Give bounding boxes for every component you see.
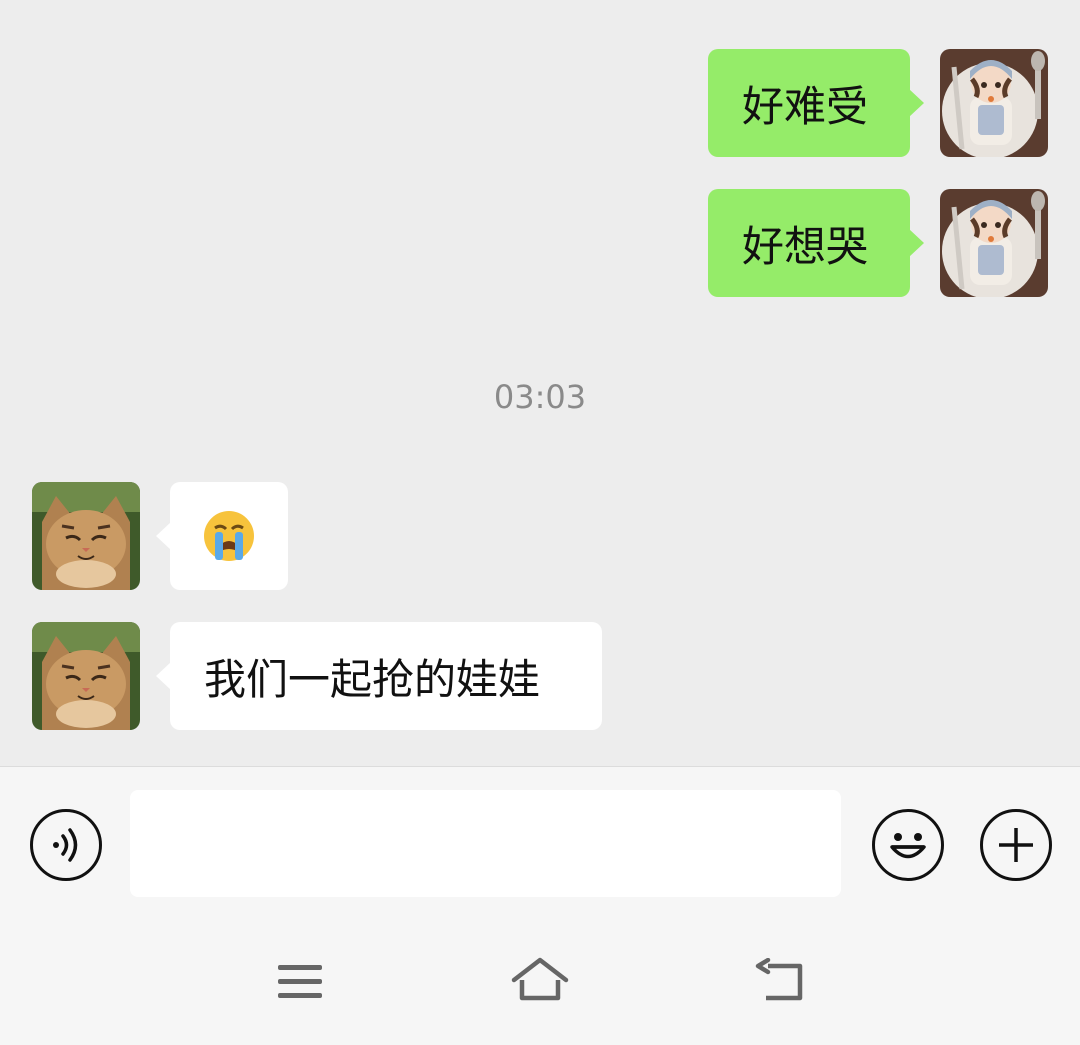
home-icon bbox=[511, 957, 569, 1001]
back-icon bbox=[755, 957, 803, 1001]
chat-area: 好难受 好想哭 03:03 我们一起抢的娃娃 bbox=[0, 0, 1080, 766]
message-bubble-outgoing[interactable]: 好想哭 bbox=[708, 189, 924, 297]
input-bar bbox=[0, 766, 1080, 919]
home-button[interactable] bbox=[510, 956, 570, 1006]
plus-icon bbox=[999, 828, 1033, 862]
message-text: 好难受 bbox=[742, 81, 869, 131]
message-text: 好想哭 bbox=[742, 221, 869, 271]
more-button[interactable] bbox=[980, 809, 1052, 881]
message-text: 我们一起抢的娃娃 bbox=[204, 654, 541, 704]
doll-figurine-avatar[interactable] bbox=[940, 189, 1048, 297]
crying-face-emoji: 😭 bbox=[203, 510, 255, 562]
message-input[interactable] bbox=[130, 790, 841, 897]
system-nav-bar bbox=[0, 918, 1080, 1045]
tabby-cat-avatar[interactable] bbox=[32, 482, 140, 590]
message-bubble-incoming[interactable]: 😭 bbox=[156, 482, 288, 590]
emoji-button[interactable] bbox=[872, 809, 944, 881]
menu-button[interactable] bbox=[276, 962, 324, 1006]
voice-toggle-icon bbox=[53, 828, 78, 862]
message-bubble-outgoing[interactable]: 好难受 bbox=[708, 49, 924, 157]
menu-icon bbox=[278, 965, 322, 998]
tabby-cat-avatar[interactable] bbox=[32, 622, 140, 730]
doll-figurine-avatar[interactable] bbox=[940, 49, 1048, 157]
back-button[interactable] bbox=[754, 957, 806, 1006]
emoji-icon bbox=[890, 833, 926, 859]
voice-toggle-button[interactable] bbox=[30, 809, 102, 881]
timestamp: 03:03 bbox=[493, 378, 587, 416]
message-bubble-incoming[interactable]: 我们一起抢的娃娃 bbox=[156, 622, 602, 730]
